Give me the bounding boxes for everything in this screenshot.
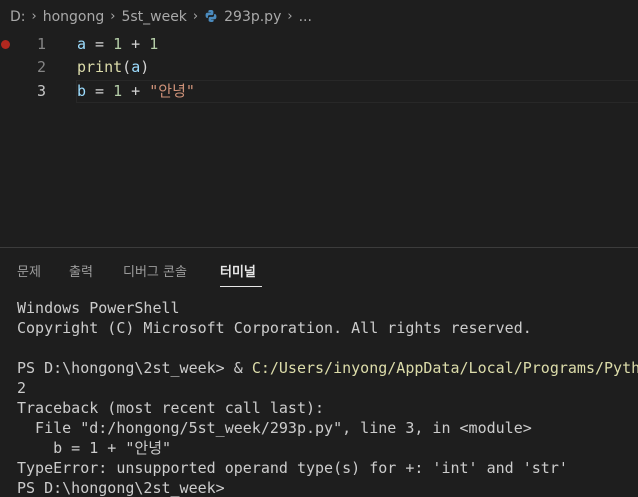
bottom-panel: 문제 출력 디버그 콘솔 터미널 Windows PowerShell Copyr… [0, 247, 638, 497]
active-tab-indicator [220, 286, 262, 287]
tab-debug-console[interactable]: 디버그 콘솔 [123, 261, 187, 280]
terminal-line-text: PS D:\hongong\2st_week> [17, 479, 225, 497]
code-token: ) [140, 58, 150, 76]
terminal-line-text: 2 [17, 379, 27, 397]
code-token: a [77, 35, 87, 53]
code-token: = [86, 82, 114, 100]
breadcrumb-folder-week[interactable]: 5st_week [121, 9, 186, 25]
code-text[interactable]: b = 1 + "안녕" [77, 80, 195, 103]
code-token: + [122, 35, 150, 53]
tab-problems[interactable]: 문제 [17, 261, 41, 280]
terminal-line-text: PS D:\hongong\2st_week> & [17, 359, 252, 377]
code-token: ( [122, 58, 132, 76]
code-token: = [86, 35, 114, 53]
code-token: print [77, 58, 123, 76]
breadcrumb-file-label: 293p.py [224, 8, 282, 25]
panel-tabs: 문제 출력 디버그 콘솔 터미널 [0, 248, 638, 290]
code-token: 1 [113, 35, 123, 53]
tab-terminal[interactable]: 터미널 [220, 261, 256, 280]
breadcrumb-drive[interactable]: D: [10, 9, 26, 25]
terminal-line: 2 [17, 378, 638, 398]
code-editor[interactable]: 1 a = 1 + 1 2 print(a) 3 b = 1 + "안녕" [0, 33, 638, 247]
code-token: a [131, 58, 141, 76]
breakpoint-icon[interactable] [1, 40, 10, 49]
breadcrumb-file[interactable]: 293p.py [204, 9, 281, 25]
python-file-icon [205, 9, 217, 22]
code-line[interactable]: 2 print(a) [0, 56, 638, 79]
breadcrumb: D: › hongong › 5st_week › 293p.py › ... [0, 0, 638, 33]
breadcrumb-folder-hongong[interactable]: hongong [43, 9, 105, 25]
terminal-line-text: Windows PowerShell [17, 299, 180, 317]
terminal-line: PS D:\hongong\2st_week> & C:/Users/inyon… [17, 358, 638, 378]
terminal-line-text: TypeError: unsupported operand type(s) f… [17, 459, 568, 477]
terminal-line-text: Copyright (C) Microsoft Corporation. All… [17, 319, 532, 337]
code-token: 1 [113, 82, 123, 100]
code-token: 1 [149, 35, 159, 53]
terminal-line: Traceback (most recent call last): [17, 398, 638, 418]
chevron-right-icon: › [110, 9, 116, 24]
terminal-line: Copyright (C) Microsoft Corporation. All… [17, 318, 638, 338]
terminal-line-text: b = 1 + "안녕" [17, 439, 172, 457]
code-text[interactable]: a = 1 + 1 [77, 33, 158, 56]
code-token: + [122, 82, 150, 100]
chevron-right-icon: › [192, 9, 199, 24]
code-line-current[interactable]: 3 b = 1 + "안녕" [0, 80, 638, 103]
chevron-right-icon: › [287, 9, 293, 24]
terminal-line-text: Traceback (most recent call last): [17, 399, 325, 417]
terminal-line-text: File "d:/hongong/5st_week/293p.py", line… [17, 419, 532, 437]
tab-output[interactable]: 출력 [69, 261, 93, 280]
terminal-output[interactable]: Windows PowerShell Copyright (C) Microsof… [17, 298, 638, 497]
terminal-line: PS D:\hongong\2st_week> [17, 478, 638, 497]
code-token: b [77, 82, 87, 100]
terminal-command-path: C:/Users/inyong/AppData/Local/Programs/P… [251, 359, 638, 377]
line-number: 2 [36, 58, 46, 76]
chevron-right-icon: › [31, 9, 37, 24]
breadcrumb-more[interactable]: ... [299, 9, 312, 25]
code-line[interactable]: 1 a = 1 + 1 [0, 33, 638, 56]
line-number: 1 [36, 35, 46, 53]
terminal-line: TypeError: unsupported operand type(s) f… [17, 458, 638, 478]
terminal-line: b = 1 + "안녕" [17, 438, 638, 458]
code-token: "안녕" [149, 82, 195, 100]
terminal-line: File "d:/hongong/5st_week/293p.py", line… [17, 418, 638, 438]
line-number: 3 [36, 82, 46, 100]
terminal-line: Windows PowerShell [17, 298, 638, 318]
code-text[interactable]: print(a) [77, 56, 149, 79]
